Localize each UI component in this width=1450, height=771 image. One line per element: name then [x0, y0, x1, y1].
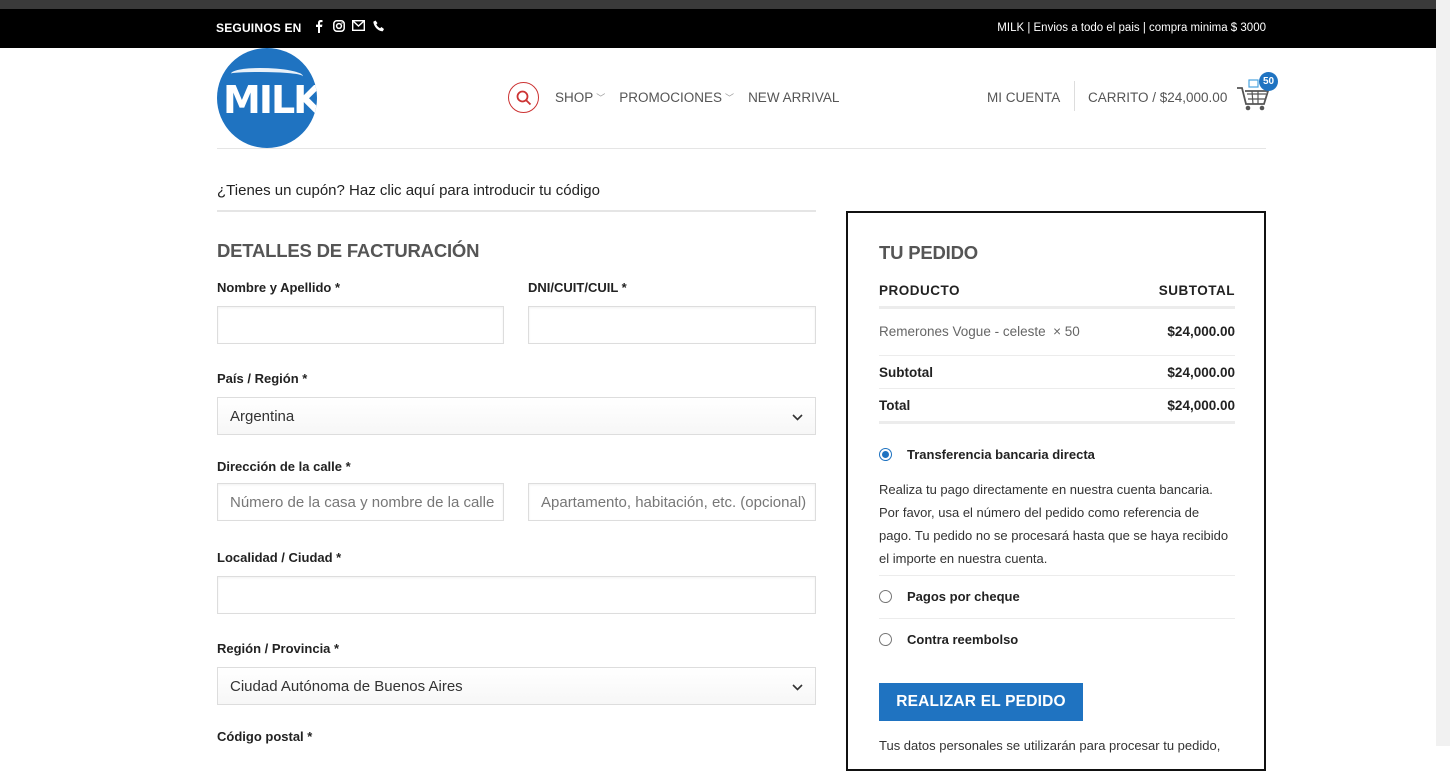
- cheque-radio[interactable]: [879, 590, 892, 603]
- chevron-down-icon: [792, 409, 803, 424]
- item-price: $24,000.00: [1167, 324, 1235, 339]
- subtotal-row: Subtotal $24,000.00: [879, 365, 1235, 380]
- col-product: PRODUCTO: [879, 283, 961, 298]
- site-logo[interactable]: MILK: [217, 48, 317, 148]
- dni-group: DNI/CUIT/CUIL *: [528, 280, 816, 344]
- region-select[interactable]: Ciudad Autónoma de Buenos Aires: [217, 667, 816, 705]
- promo-text: MILK | Envios a todo el pais | compra mi…: [997, 22, 1266, 34]
- dni-label: DNI/CUIT/CUIL *: [528, 280, 627, 295]
- email-icon[interactable]: [351, 19, 366, 34]
- top-bar: SEGUINOS EN MILK | Envios a todo el pais…: [0, 9, 1436, 48]
- nombre-label: Nombre y Apellido *: [217, 280, 341, 295]
- region-label: Región / Provincia *: [217, 641, 340, 656]
- instagram-icon[interactable]: [332, 20, 345, 34]
- localidad-input[interactable]: [217, 576, 816, 614]
- facebook-icon[interactable]: [312, 20, 325, 34]
- nav-promociones-label: PROMOCIONES: [619, 90, 723, 105]
- direccion-group: Dirección de la calle *: [217, 459, 816, 474]
- nav-new-arrival[interactable]: NEW ARRIVAL: [748, 90, 839, 105]
- order-item-row: Remerones Vogue - celeste × 50 $24,000.0…: [879, 324, 1235, 339]
- postal-label: Código postal *: [217, 729, 313, 744]
- payment-cod[interactable]: Contra reembolso: [879, 632, 1235, 647]
- subtotal-label: Subtotal: [879, 365, 933, 380]
- street-input[interactable]: Número de la casa y nombre de la calle: [217, 483, 504, 521]
- nav-shop[interactable]: SHOP ﹀: [555, 90, 605, 105]
- payment-transfer[interactable]: Transferencia bancaria directa: [879, 447, 1235, 462]
- transfer-description: Realiza tu pago directamente en nuestra …: [879, 482, 1229, 566]
- payment-cheque[interactable]: Pagos por cheque: [879, 589, 1235, 604]
- direccion-input-wrap: Número de la casa y nombre de la calle: [217, 483, 504, 521]
- phone-icon[interactable]: [372, 20, 385, 34]
- pais-label: País / Región *: [217, 371, 308, 386]
- direccion-label: Dirección de la calle *: [217, 459, 351, 474]
- region-group: Región / Provincia * Ciudad Autónoma de …: [217, 641, 816, 705]
- apartment-input[interactable]: Apartamento, habitación, etc. (opcional): [528, 483, 816, 521]
- order-review: TU PEDIDO PRODUCTO SUBTOTAL Remerones Vo…: [846, 211, 1266, 771]
- total-divider: [879, 421, 1235, 424]
- pais-select[interactable]: Argentina: [217, 397, 816, 435]
- row-divider: [879, 388, 1235, 389]
- site-header: MILK SHOP ﹀ PROMOCIONES ﹀ NEW ARRIVAL MI C…: [0, 48, 1436, 149]
- payment-divider: [879, 618, 1235, 619]
- account-link[interactable]: MI CUENTA: [987, 90, 1060, 105]
- total-row: Total $24,000.00: [879, 398, 1235, 413]
- chevron-down-icon: ﹀: [725, 93, 735, 103]
- chevron-down-icon: [792, 679, 803, 694]
- pais-value: Argentina: [230, 407, 295, 425]
- logo-text: MILK: [223, 78, 317, 122]
- transfer-radio[interactable]: [879, 448, 892, 461]
- apartamento-input-wrap: Apartamento, habitación, etc. (opcional): [528, 483, 816, 521]
- browser-strip: [0, 0, 1450, 746]
- pais-group: País / Región * Argentina: [217, 371, 816, 435]
- localidad-group: Localidad / Ciudad *: [217, 550, 816, 614]
- payment-divider: [879, 575, 1235, 576]
- follow-label: SEGUINOS EN: [216, 21, 302, 35]
- header-divider-line: [217, 148, 1266, 149]
- billing-section: DETALLES DE FACTURACIÓN: [217, 240, 816, 278]
- chevron-down-icon: ﹀: [596, 93, 606, 103]
- nombre-group: Nombre y Apellido *: [217, 280, 504, 344]
- total-label: Total: [879, 398, 911, 413]
- scrollbar[interactable]: [1436, 0, 1450, 746]
- dni-input[interactable]: [528, 306, 816, 344]
- main-nav: SHOP ﹀ PROMOCIONES ﹀ NEW ARRIVAL: [555, 90, 839, 105]
- cart-link[interactable]: CARRITO / $24,000.00: [1088, 90, 1227, 105]
- search-button[interactable]: [508, 82, 539, 113]
- nav-promociones[interactable]: PROMOCIONES ﹀: [619, 90, 734, 105]
- row-divider: [879, 355, 1235, 356]
- cod-radio[interactable]: [879, 633, 892, 646]
- order-title: TU PEDIDO: [879, 242, 978, 263]
- cod-label: Contra reembolso: [907, 632, 1019, 647]
- billing-title: DETALLES DE FACTURACIÓN: [217, 240, 480, 261]
- col-subtotal: SUBTOTAL: [1158, 283, 1235, 298]
- subtotal-value: $24,000.00: [1167, 365, 1235, 380]
- order-table-header: PRODUCTO SUBTOTAL: [879, 283, 1235, 309]
- social-links: [312, 19, 385, 34]
- nombre-input[interactable]: [217, 306, 504, 344]
- localidad-label: Localidad / Ciudad *: [217, 550, 342, 565]
- item-name: Remerones Vogue - celeste × 50: [879, 324, 1080, 339]
- cart-count-badge: 50: [1259, 72, 1278, 91]
- total-value: $24,000.00: [1167, 398, 1235, 413]
- place-order-button[interactable]: REALIZAR EL PEDIDO: [879, 683, 1083, 721]
- transfer-label: Transferencia bancaria directa: [907, 447, 1095, 462]
- nav-new-arrival-label: NEW ARRIVAL: [748, 90, 840, 105]
- nav-shop-label: SHOP: [555, 90, 594, 105]
- postal-group: Código postal *: [217, 729, 816, 744]
- search-icon: [516, 90, 532, 106]
- header-divider: [1074, 81, 1075, 111]
- coupon-link[interactable]: ¿Tienes un cupón? Haz clic aquí para int…: [217, 182, 816, 212]
- cheque-label: Pagos por cheque: [907, 589, 1020, 604]
- region-value: Ciudad Autónoma de Buenos Aires: [230, 677, 463, 695]
